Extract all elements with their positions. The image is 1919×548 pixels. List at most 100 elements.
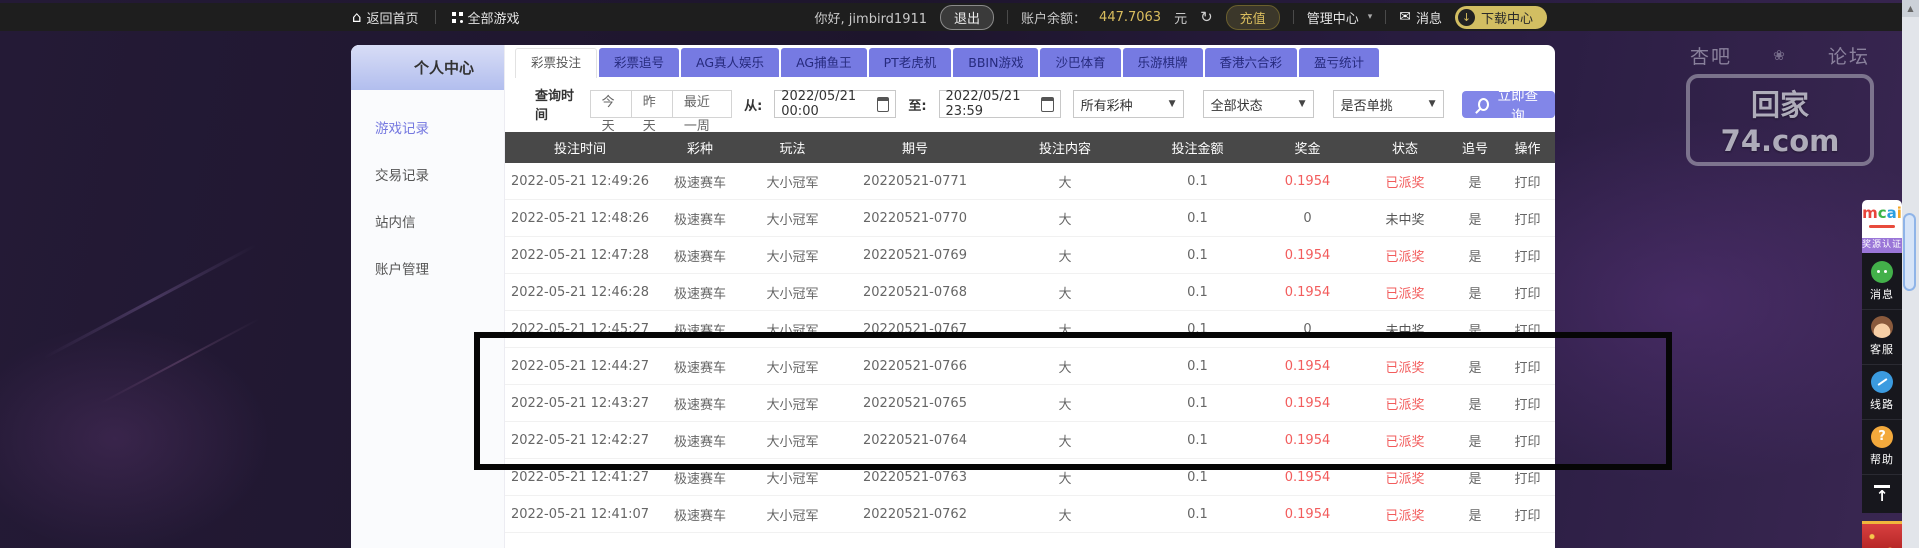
tab[interactable]: 彩票投注 bbox=[515, 48, 598, 78]
print-link[interactable]: 打印 bbox=[1500, 310, 1555, 348]
cell-lottery: 极速赛车 bbox=[655, 310, 745, 348]
sidebar-item[interactable]: 站内信 bbox=[351, 200, 504, 247]
cell-play: 大小冠军 bbox=[745, 421, 840, 459]
sidebar-item[interactable]: 交易记录 bbox=[351, 153, 504, 200]
print-link[interactable]: 打印 bbox=[1500, 384, 1555, 422]
tab[interactable]: 彩票追号 bbox=[599, 48, 680, 77]
admin-center-menu[interactable]: 管理中心 ▾ bbox=[1307, 8, 1373, 27]
topbar-left-group: ⌂ 返回首页 全部游戏 bbox=[352, 8, 520, 27]
scrollbar-thumb[interactable] bbox=[1903, 213, 1916, 291]
tab[interactable]: 沙巴体育 bbox=[1040, 48, 1121, 77]
scrollbar[interactable]: ▲ bbox=[1902, 0, 1919, 548]
select-group: 所有彩种 ▼ 全部状态 ▼ 是否单挑 ▼ bbox=[1072, 90, 1444, 118]
cell-lottery: 极速赛车 bbox=[655, 199, 745, 237]
tab[interactable]: AG捕鱼王 bbox=[781, 48, 867, 77]
print-link[interactable]: 打印 bbox=[1500, 273, 1555, 311]
filter-select[interactable]: 是否单挑 ▼ bbox=[1332, 90, 1444, 118]
sidebar-item[interactable]: 游戏记录 bbox=[351, 106, 504, 153]
cell-play: 大小冠军 bbox=[745, 199, 840, 237]
from-date-input[interactable]: 2022/05/21 00:00 bbox=[774, 89, 897, 119]
festival-banner-image[interactable] bbox=[1862, 521, 1902, 548]
floating-menu-item[interactable]: 线路 bbox=[1862, 365, 1902, 420]
cell-chase: 是 bbox=[1450, 384, 1500, 422]
calendar-icon[interactable] bbox=[1040, 96, 1054, 112]
mcai-logo-card[interactable]: mcai bbox=[1862, 200, 1902, 238]
cell-chase: 是 bbox=[1450, 199, 1500, 237]
sidebar-item[interactable]: 账户管理 bbox=[351, 247, 504, 294]
print-link[interactable]: 打印 bbox=[1500, 236, 1555, 274]
tab[interactable]: AG真人娱乐 bbox=[681, 48, 780, 77]
table-body: 2022-05-21 12:49:26 极速赛车 大小冠军 20220521-0… bbox=[505, 163, 1555, 533]
floating-menu-item[interactable]: 客服 bbox=[1862, 310, 1902, 365]
print-link[interactable]: 打印 bbox=[1500, 163, 1555, 200]
cell-play: 大小冠军 bbox=[745, 236, 840, 274]
print-link[interactable]: 打印 bbox=[1500, 421, 1555, 459]
back-home-label: 返回首页 bbox=[366, 11, 419, 27]
cell-amount: 0.1 bbox=[1140, 273, 1255, 311]
table-row: 2022-05-21 12:43:27 极速赛车 大小冠军 20220521-0… bbox=[505, 384, 1555, 422]
topbar-right-group: 你好, jimbird1911 退出 账户余额： 447.7063 元 ↻ 充值… bbox=[815, 4, 1547, 30]
quick-range-button[interactable]: 昨天 bbox=[631, 90, 673, 134]
cell-issue: 20220521-0762 bbox=[840, 495, 990, 533]
cell-bet-time: 2022-05-21 12:46:28 bbox=[505, 273, 655, 311]
cell-content: 大 bbox=[990, 310, 1140, 348]
cell-chase: 是 bbox=[1450, 163, 1500, 200]
quick-range-button[interactable]: 最近一周 bbox=[672, 90, 733, 134]
table-row: 2022-05-21 12:42:27 极速赛车 大小冠军 20220521-0… bbox=[505, 421, 1555, 459]
cell-play: 大小冠军 bbox=[745, 384, 840, 422]
content-area: 彩票投注 彩票追号 AG真人娱乐 AG捕鱼王 PT老虎机 BBIN游戏 沙巴体育… bbox=[505, 45, 1555, 548]
filter-select[interactable]: 所有彩种 ▼ bbox=[1072, 90, 1184, 118]
cell-chase: 是 bbox=[1450, 347, 1500, 385]
filter-bar: 查询时间 今天 昨天 最近一周 从: 2022/05/21 00:00 至: 2… bbox=[535, 88, 1555, 134]
cell-content: 大 bbox=[990, 163, 1140, 200]
table-header-row: 投注时间 彩种 玩法 期号 投注内容 投注金额 奖金 状态 追号 操作 bbox=[505, 132, 1555, 163]
tab[interactable]: 乐游棋牌 bbox=[1122, 48, 1203, 77]
balance-value: 447.7063 bbox=[1099, 9, 1162, 25]
cell-prize: 0 bbox=[1255, 310, 1360, 348]
messages-link[interactable]: ✉ 消息 bbox=[1399, 8, 1442, 27]
main-panel: 个人中心 游戏记录 交易记录 站内信 账户管理 彩票投注 彩票追号 AG真人娱乐… bbox=[351, 45, 1555, 548]
table-row: 2022-05-21 12:49:26 极速赛车 大小冠军 20220521-0… bbox=[505, 163, 1555, 200]
cell-prize: 0.1954 bbox=[1255, 458, 1360, 496]
recharge-button[interactable]: 充值 bbox=[1225, 4, 1280, 30]
cell-play: 大小冠军 bbox=[745, 163, 840, 200]
quick-range-button[interactable]: 今天 bbox=[589, 90, 632, 134]
calendar-icon[interactable] bbox=[876, 96, 890, 112]
to-date-input[interactable]: 2022/05/21 23:59 bbox=[938, 89, 1061, 119]
route-icon bbox=[1871, 371, 1893, 393]
search-button[interactable]: 立即查询 bbox=[1461, 88, 1555, 123]
cell-content: 大 bbox=[990, 236, 1140, 274]
cell-chase: 是 bbox=[1450, 236, 1500, 274]
tab[interactable]: 香港六合彩 bbox=[1204, 48, 1298, 77]
scrollbar-up-button[interactable]: ▲ bbox=[1902, 0, 1919, 17]
divider bbox=[434, 10, 436, 24]
print-link[interactable]: 打印 bbox=[1500, 347, 1555, 385]
all-games-link[interactable]: 全部游戏 bbox=[451, 8, 520, 27]
filter-select[interactable]: 全部状态 ▼ bbox=[1202, 90, 1314, 118]
table-row: 2022-05-21 12:41:07 极速赛车 大小冠军 20220521-0… bbox=[505, 495, 1555, 533]
table-header-cell: 操作 bbox=[1500, 132, 1555, 163]
floating-menu-item[interactable]: 帮助 bbox=[1862, 420, 1902, 475]
messages-label: 消息 bbox=[1415, 11, 1442, 27]
cell-content: 大 bbox=[990, 384, 1140, 422]
tab[interactable]: PT老虎机 bbox=[868, 48, 952, 77]
floating-menu-item[interactable]: 消息 bbox=[1862, 255, 1902, 310]
query-time-label: 查询时间 bbox=[535, 89, 575, 123]
cell-content: 大 bbox=[990, 458, 1140, 496]
watermark-domain-box: 回家74.com bbox=[1686, 74, 1874, 166]
download-center-button[interactable]: ↓ 下载中心 bbox=[1454, 5, 1547, 29]
print-link[interactable]: 打印 bbox=[1500, 495, 1555, 533]
logout-button[interactable]: 退出 bbox=[940, 4, 995, 30]
tab[interactable]: BBIN游戏 bbox=[953, 48, 1039, 77]
back-to-top-button[interactable]: ↑ bbox=[1862, 475, 1902, 513]
print-link[interactable]: 打印 bbox=[1500, 199, 1555, 237]
refresh-icon[interactable]: ↻ bbox=[1200, 9, 1213, 25]
cell-status: 已派奖 bbox=[1360, 236, 1450, 274]
back-home-link[interactable]: ⌂ 返回首页 bbox=[352, 8, 419, 27]
tab[interactable]: 盈亏统计 bbox=[1299, 48, 1380, 77]
table-header-cell: 期号 bbox=[840, 132, 990, 163]
table-header-cell: 投注内容 bbox=[990, 132, 1140, 163]
print-link[interactable]: 打印 bbox=[1500, 458, 1555, 496]
cell-status: 未中奖 bbox=[1360, 199, 1450, 237]
cell-lottery: 极速赛车 bbox=[655, 273, 745, 311]
